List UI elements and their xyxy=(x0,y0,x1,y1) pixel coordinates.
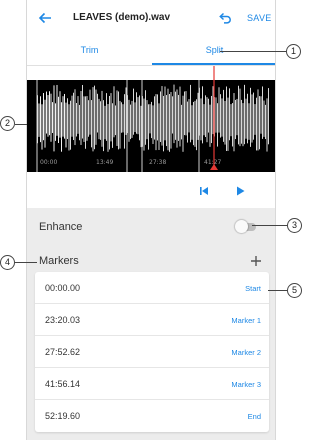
phone-screen: LEAVES (demo).wav SAVE Trim Split 00:00 … xyxy=(26,0,276,440)
callout-5: 5 xyxy=(287,283,302,298)
callout-line xyxy=(252,225,287,226)
enhance-toggle[interactable] xyxy=(235,220,257,234)
tab-trim[interactable]: Trim xyxy=(27,36,152,66)
marker-name[interactable]: Marker 1 xyxy=(231,316,261,325)
marker-row[interactable]: 27:52.62 Marker 2 xyxy=(35,336,269,368)
tab-active-indicator xyxy=(152,63,275,65)
playback-controls xyxy=(27,178,275,206)
callout-4: 4 xyxy=(0,255,15,270)
toggle-knob xyxy=(235,220,248,233)
marker-name[interactable]: End xyxy=(248,412,261,421)
callout-3: 3 xyxy=(287,218,302,233)
marker-row[interactable]: 23:20.03 Marker 1 xyxy=(35,304,269,336)
callout-line xyxy=(15,262,37,263)
skip-to-start-icon[interactable] xyxy=(197,184,211,198)
undo-icon[interactable] xyxy=(217,10,233,26)
callout-line xyxy=(15,124,27,125)
callout-line xyxy=(268,290,287,291)
callout-1: 1 xyxy=(286,44,301,59)
marker-row[interactable]: 00:00.00 Start xyxy=(35,272,269,304)
playhead[interactable] xyxy=(27,66,276,178)
add-marker-icon[interactable] xyxy=(249,254,263,268)
callout-2: 2 xyxy=(0,116,15,131)
marker-row[interactable]: 41:56.14 Marker 3 xyxy=(35,368,269,400)
marker-time: 41:56.14 xyxy=(45,379,81,389)
markers-label: Markers xyxy=(39,255,79,267)
marker-name[interactable]: Marker 3 xyxy=(231,380,261,389)
callout-line xyxy=(220,51,286,52)
marker-name[interactable]: Marker 2 xyxy=(231,348,261,357)
marker-time: 52:19.60 xyxy=(45,411,81,421)
marker-time: 00:00.00 xyxy=(45,283,81,293)
marker-row[interactable]: 52:19.60 End xyxy=(35,400,269,432)
play-icon[interactable] xyxy=(233,184,247,198)
settings-panel: Enhance Markers 00:00.00 Start 23:20.03 … xyxy=(27,208,275,440)
back-arrow-icon[interactable] xyxy=(37,10,53,26)
file-title: LEAVES (demo).wav xyxy=(73,12,171,23)
app-bar: LEAVES (demo).wav SAVE xyxy=(27,0,275,36)
marker-time: 27:52.62 xyxy=(45,347,81,357)
markers-list: 00:00.00 Start 23:20.03 Marker 1 27:52.6… xyxy=(35,272,269,432)
marker-time: 23:20.03 xyxy=(45,315,81,325)
save-button[interactable]: SAVE xyxy=(247,13,272,23)
enhance-label: Enhance xyxy=(39,221,83,233)
marker-name[interactable]: Start xyxy=(245,284,261,293)
